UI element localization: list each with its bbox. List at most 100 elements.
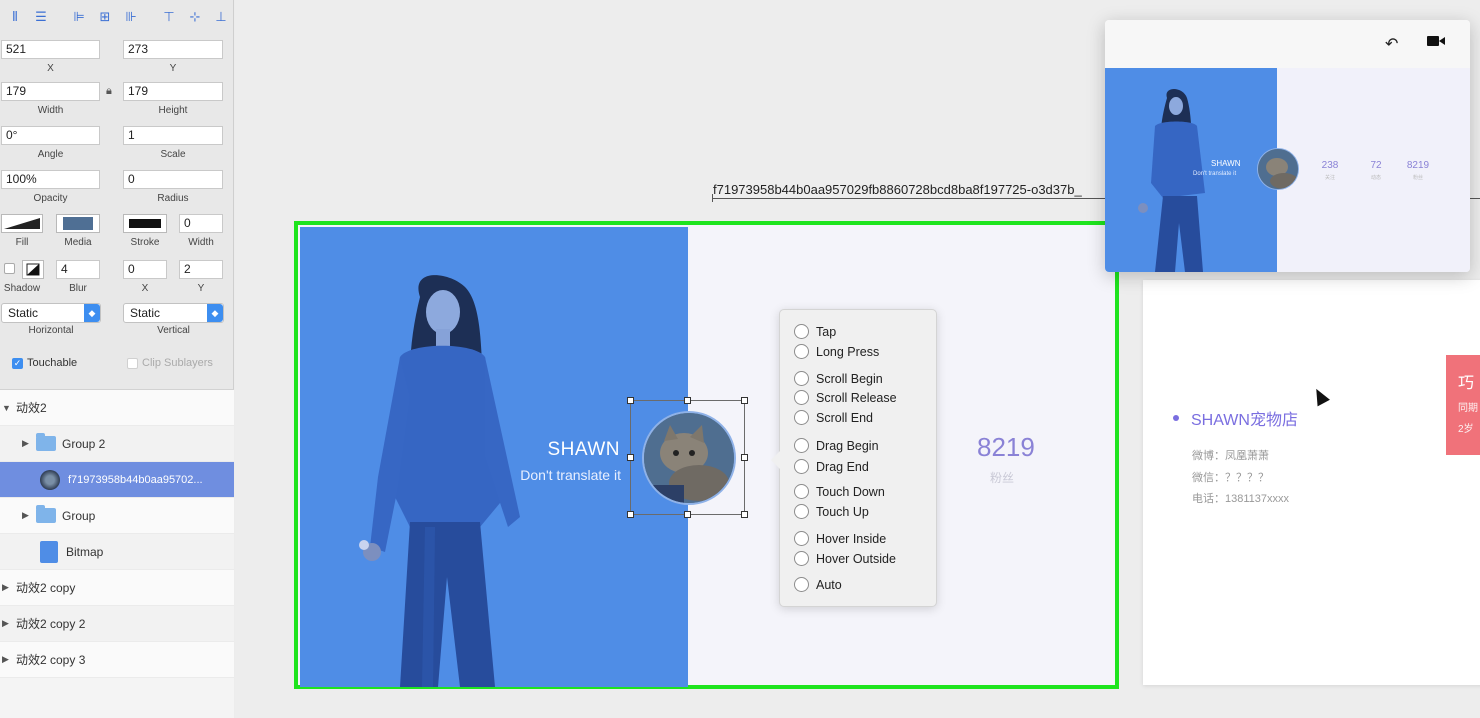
x-field[interactable]: 521 bbox=[1, 40, 100, 59]
event-option-scroll-end[interactable]: Scroll End bbox=[794, 410, 873, 425]
align-left-icon[interactable]: ⊫ bbox=[68, 7, 90, 27]
scale-label: Scale bbox=[160, 149, 186, 160]
horizontal-label: Horizontal bbox=[28, 325, 74, 336]
resize-handle-bottom[interactable] bbox=[684, 511, 691, 518]
red-promo-card: 巧 同期 2岁 bbox=[1446, 355, 1480, 455]
layer-row[interactable]: ▶ Group bbox=[0, 498, 234, 534]
event-option-hover-outside[interactable]: Hover Outside bbox=[794, 551, 896, 566]
align-middle-vertical-icon[interactable]: ⊹ bbox=[184, 7, 206, 27]
layers-panel: ▼ 动效2 ▶ Group 2 f71973958b44b0aa95702...… bbox=[0, 389, 234, 718]
layer-row-selected[interactable]: f71973958b44b0aa95702... bbox=[0, 462, 234, 498]
distribute-vertical-icon[interactable]: ☰ bbox=[30, 7, 52, 27]
vertical-select[interactable]: Static ◆ bbox=[123, 303, 224, 323]
align-right-icon[interactable]: ⊪ bbox=[120, 7, 142, 27]
event-option-drag-end[interactable]: Drag End bbox=[794, 459, 869, 474]
resize-handle-bottom-right[interactable] bbox=[741, 511, 748, 518]
disclosure-closed-icon[interactable]: ▶ bbox=[22, 438, 32, 449]
resize-handle-top[interactable] bbox=[684, 397, 691, 404]
opacity-field[interactable]: 100% bbox=[1, 170, 100, 189]
disclosure-open-icon[interactable]: ▼ bbox=[2, 403, 12, 413]
layer-row[interactable]: Bitmap bbox=[0, 534, 234, 570]
option-label: Auto bbox=[816, 577, 842, 592]
disclosure-closed-icon[interactable]: ▶ bbox=[22, 510, 32, 521]
shadow-y-field[interactable]: 2 bbox=[179, 260, 223, 279]
design-canvas[interactable]: f71973958b44b0aa957029fb8860728bcd8ba8f1… bbox=[235, 0, 1480, 718]
option-label: Hover Inside bbox=[816, 531, 887, 546]
width-label: Width bbox=[37, 105, 64, 116]
resize-handle-top-left[interactable] bbox=[627, 397, 634, 404]
option-label: Scroll End bbox=[816, 410, 873, 425]
stroke-width-field[interactable]: 0 bbox=[179, 214, 223, 233]
resize-handle-top-right[interactable] bbox=[741, 397, 748, 404]
fill-swatch[interactable] bbox=[1, 214, 43, 233]
preview-cat-graphic bbox=[1258, 149, 1298, 189]
video-camera-icon[interactable] bbox=[1426, 34, 1446, 53]
resize-handle-right[interactable] bbox=[741, 454, 748, 461]
clip-sublayers-label: Clip Sublayers bbox=[142, 357, 213, 369]
layer-row[interactable]: ▼ 动效2 bbox=[0, 390, 234, 426]
layer-row[interactable]: ▶ 动效2 copy 2 bbox=[0, 606, 234, 642]
layer-row[interactable]: ▶ 动效2 copy 3 bbox=[0, 642, 234, 678]
event-option-drag-begin[interactable]: Drag Begin bbox=[794, 438, 879, 453]
disclosure-closed-icon[interactable]: ▶ bbox=[2, 654, 12, 665]
height-label: Height bbox=[158, 105, 188, 116]
option-label: Drag End bbox=[816, 459, 869, 474]
disclosure-closed-icon[interactable]: ▶ bbox=[2, 582, 12, 593]
height-field[interactable]: 179 bbox=[123, 82, 223, 101]
align-bottom-icon[interactable]: ⊥ bbox=[210, 7, 232, 27]
layer-label: 动效2 copy bbox=[16, 581, 76, 595]
stroke-color bbox=[129, 219, 161, 228]
preview-stat-label: 动态 bbox=[1370, 175, 1381, 181]
disclosure-closed-icon[interactable]: ▶ bbox=[2, 618, 12, 629]
y-field[interactable]: 273 bbox=[123, 40, 223, 59]
event-option-long-press[interactable]: Long Press bbox=[794, 344, 879, 359]
media-swatch[interactable] bbox=[56, 214, 100, 233]
shadow-x-field[interactable]: 0 bbox=[123, 260, 167, 279]
undo-icon[interactable]: ↶ bbox=[1385, 34, 1398, 54]
align-top-icon[interactable]: ⊤ bbox=[158, 7, 180, 27]
layer-row[interactable]: ▶ 动效2 copy bbox=[0, 570, 234, 606]
event-option-hover-inside[interactable]: Hover Inside bbox=[794, 531, 886, 546]
profile-name: SHAWN bbox=[547, 439, 620, 460]
event-option-tap[interactable]: Tap bbox=[794, 324, 836, 339]
selected-avatar-layer[interactable] bbox=[627, 397, 748, 518]
angle-field[interactable]: 0° bbox=[1, 126, 100, 145]
preview-stat-value: 8219 bbox=[1406, 160, 1430, 171]
blur-field[interactable]: 4 bbox=[56, 260, 100, 279]
resize-handle-bottom-left[interactable] bbox=[627, 511, 634, 518]
horizontal-select[interactable]: Static ◆ bbox=[1, 303, 101, 323]
bitmap-thumbnail-icon bbox=[40, 540, 58, 563]
touchable-label: Touchable bbox=[27, 357, 78, 369]
resize-handle-left[interactable] bbox=[627, 454, 634, 461]
shadow-y-label: Y bbox=[197, 283, 205, 294]
preview-person-photo bbox=[1138, 89, 1205, 272]
red-card-title: 巧 bbox=[1458, 375, 1475, 392]
align-center-horizontal-icon[interactable]: ⊞ bbox=[94, 7, 116, 27]
cat-avatar-image bbox=[642, 411, 736, 505]
option-label: Touch Down bbox=[816, 484, 885, 499]
horizontal-select-value: Static bbox=[8, 306, 39, 320]
layer-label: Group bbox=[62, 508, 96, 523]
layer-label: Group 2 bbox=[62, 436, 106, 451]
radius-field[interactable]: 0 bbox=[123, 170, 223, 189]
video-camera-glyph bbox=[1427, 36, 1445, 46]
shadow-checkbox[interactable] bbox=[4, 263, 15, 274]
distribute-horizontal-icon[interactable]: ⫴ bbox=[4, 7, 26, 27]
stroke-swatch[interactable] bbox=[123, 214, 167, 233]
width-field[interactable]: 179 bbox=[1, 82, 100, 101]
lock-ratio-icon[interactable]: 🔒︎ bbox=[106, 85, 112, 98]
layer-row[interactable]: ▶ Group 2 bbox=[0, 426, 234, 462]
preview-profile-subtitle: Don't translate it bbox=[1193, 171, 1237, 177]
clip-sublayers-checkbox[interactable]: Clip Sublayers bbox=[127, 357, 213, 369]
event-option-scroll-release[interactable]: Scroll Release bbox=[794, 390, 897, 405]
event-option-touch-up[interactable]: Touch Up bbox=[794, 504, 869, 519]
shop-wechat: 微信：？？？？ bbox=[1192, 472, 1269, 484]
vertical-select-value: Static bbox=[130, 306, 161, 320]
shadow-color-swatch[interactable] bbox=[22, 260, 44, 279]
scale-field[interactable]: 1 bbox=[123, 126, 223, 145]
alignment-toolbar: ⫴ ☰ ⊫ ⊞ ⊪ ⊤ ⊹ ⊥ bbox=[0, 0, 234, 34]
touchable-checkbox[interactable]: ✓ Touchable bbox=[12, 357, 77, 369]
event-option-touch-down[interactable]: Touch Down bbox=[794, 484, 885, 499]
event-option-auto[interactable]: Auto bbox=[794, 577, 842, 592]
event-option-scroll-begin[interactable]: Scroll Begin bbox=[794, 371, 883, 386]
